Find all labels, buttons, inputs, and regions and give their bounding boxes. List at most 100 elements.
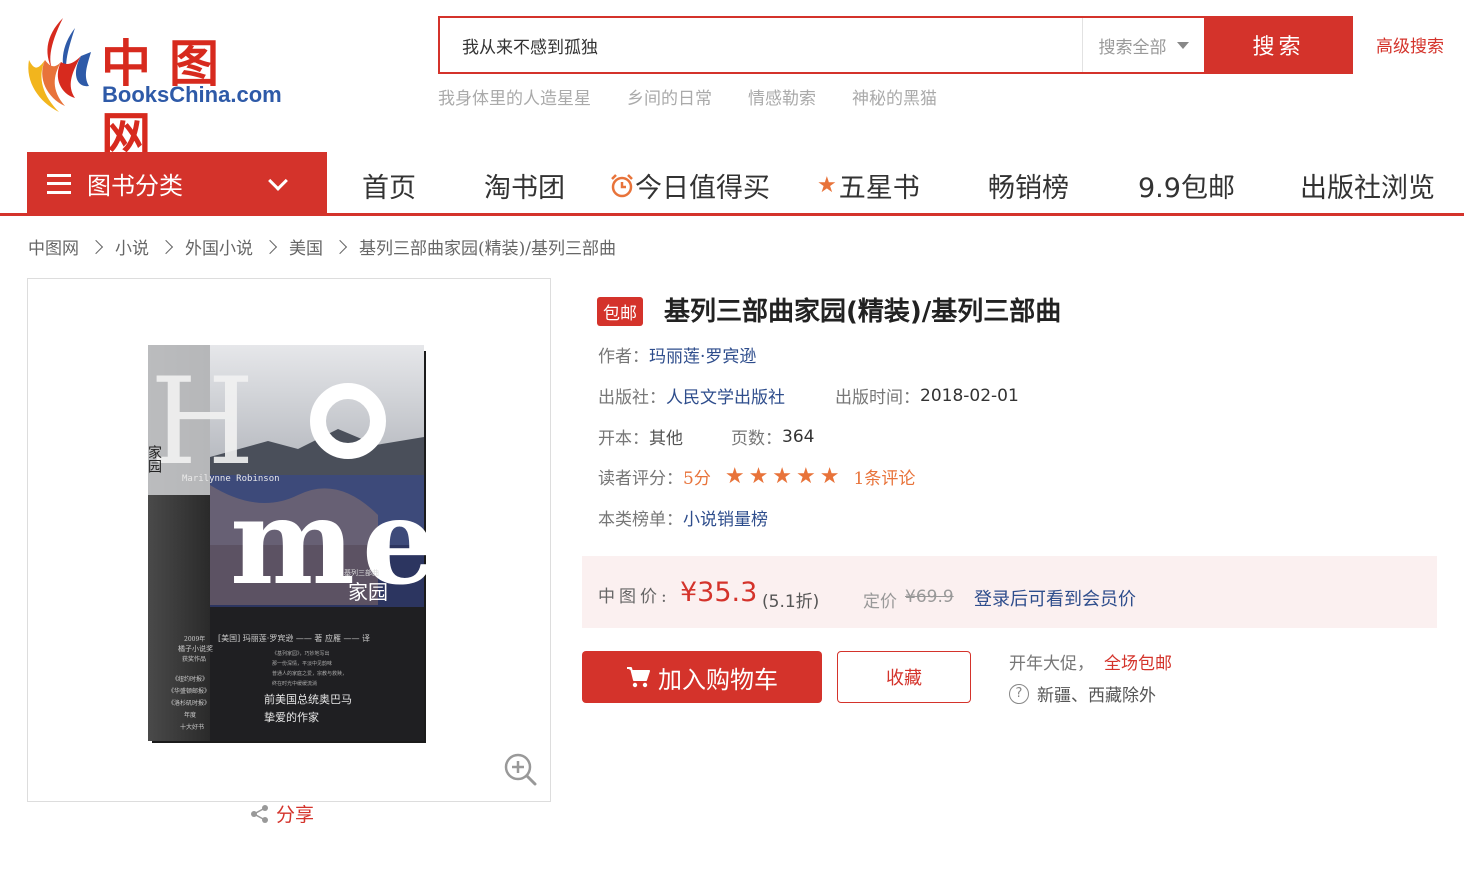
logo-english-text: BooksChina.com [102, 82, 282, 107]
nav-item-label: 9.9包邮 [1138, 173, 1235, 204]
nav-item-five-star-books[interactable]: ★ 五星书 [817, 166, 920, 205]
hamburger-menu-icon [47, 173, 71, 194]
pages-value: 364 [782, 426, 815, 447]
hot-word-link[interactable]: 神秘的黑猫 [852, 84, 937, 109]
favorite-button[interactable]: 收藏 [837, 651, 971, 703]
author-link[interactable]: 玛丽莲·罗宾逊 [649, 342, 756, 367]
format-value: 其他 [649, 429, 683, 449]
breadcrumb: 中图网 小说 外国小说 美国 基列三部曲家园(精装)/基列三部曲 [28, 234, 616, 259]
cover-translator-line: [美国] 玛丽莲·罗宾逊 —— 著 应雁 —— 译 [218, 633, 370, 643]
pubdate-value: 2018-02-01 [920, 385, 1019, 406]
price-label: 中图价: [598, 587, 671, 607]
cover-media-line: 《洛杉矶时报》 [168, 699, 210, 707]
cover-quote-line: 挚爱的作家 [264, 710, 319, 724]
rank-link[interactable]: 小说销量榜 [683, 505, 768, 530]
site-logo[interactable]: 中图网 BooksChina.com [25, 16, 295, 165]
hot-word-link[interactable]: 乡间的日常 [627, 84, 712, 109]
pubdate-label: 出版时间： [835, 388, 920, 408]
add-to-cart-label: 加入购物车 [658, 665, 778, 694]
cover-author-en: Marilynne Robinson [182, 474, 280, 484]
hot-word-link[interactable]: 我身体里的人造星星 [438, 84, 591, 109]
hot-word-link[interactable]: 情感勒索 [748, 84, 816, 109]
search-scope-dropdown[interactable]: 搜索全部 [1082, 18, 1204, 72]
zoom-in-icon[interactable] [503, 752, 537, 786]
nav-item-book-group[interactable]: 淘书团 [484, 166, 565, 205]
rating-stars: ★ ★ ★ ★ ★ [725, 464, 840, 489]
chevron-right-icon [332, 239, 348, 254]
publisher-label: 出版社： [598, 388, 666, 408]
chevron-right-icon [262, 239, 278, 254]
search-button[interactable]: 搜索 [1204, 16, 1353, 74]
advanced-search-link[interactable]: 高级搜索 [1376, 32, 1444, 57]
cover-award-line: 获奖作品 [182, 655, 206, 663]
star-icon: ★ [748, 464, 769, 489]
share-button[interactable]: 分享 [250, 800, 314, 827]
publisher-link[interactable]: 人民文学出版社 [666, 383, 785, 408]
rank-row: 本类榜单： 小说销量榜 [598, 505, 768, 530]
format-label: 开本： [598, 429, 649, 449]
promo-highlight: 全场包邮 [1104, 654, 1172, 674]
cover-blurb-line: 《基列家园》，巧妙地写出 [272, 650, 330, 657]
breadcrumb-link[interactable]: 中图网 [28, 234, 79, 259]
question-mark-icon[interactable]: ? [1009, 683, 1029, 704]
nav-item-bestsellers[interactable]: 畅销榜 [988, 166, 1069, 205]
nav-item-free-shipping[interactable]: 9.9包邮 [1138, 166, 1235, 205]
cover-title-cn: 家园 [348, 580, 388, 604]
promo-text: 开年大促， [1009, 654, 1094, 674]
nav-item-daily-deals[interactable]: 今日值得买 [609, 166, 770, 205]
search-scope-label: 搜索全部 [1098, 37, 1167, 58]
shipping-note: 新疆、西藏除外 [1037, 686, 1156, 706]
star-icon: ★ [772, 464, 793, 489]
pages-label: 页数： [731, 429, 782, 449]
star-icon: ★ [817, 173, 837, 198]
sale-price: ¥35.3 [680, 577, 758, 608]
svg-text:m: m [230, 472, 355, 611]
rating-label: 读者评分： [598, 469, 683, 489]
search-input[interactable] [440, 18, 1082, 72]
hot-search-words: 我身体里的人造星星 乡间的日常 情感勒索 神秘的黑猫 [438, 84, 937, 109]
reviews-link[interactable]: 1条评论 [854, 464, 916, 489]
product-image-frame[interactable]: H m e Marilynne Robinson 家园 基列三部曲 家园 [美国… [27, 278, 551, 802]
star-icon: ★ [819, 464, 840, 489]
author-label: 作者： [598, 347, 649, 367]
nav-item-home[interactable]: 首页 [362, 166, 416, 205]
add-to-cart-button[interactable]: 加入购物车 [582, 651, 822, 703]
author-row: 作者： 玛丽莲·罗宾逊 [598, 342, 756, 367]
cover-media-line: 年度 [184, 711, 196, 719]
cover-blurb-line: 普通人的家庭之爱，宗教与救赎， [272, 670, 347, 677]
cover-award-line: 橘子小说奖 [178, 644, 213, 653]
cover-spine-title: 家园 [148, 444, 162, 473]
alarm-clock-icon [611, 173, 633, 197]
format-row: 开本： 其他 页数： 364 [598, 424, 815, 450]
star-icon: ★ [724, 464, 745, 489]
rating-score: 5分 [683, 469, 711, 489]
promo-line: 开年大促， 全场包邮 [1009, 649, 1172, 674]
cover-blurb-line: 终在时光中缓缓流淌 [272, 680, 317, 687]
free-shipping-badge: 包邮 [597, 297, 643, 326]
rating-row: 读者评分： 5分 ★ ★ ★ ★ ★ 1条评论 [598, 464, 915, 489]
list-price: ¥69.9 [905, 587, 954, 607]
rank-label: 本类榜单： [598, 510, 683, 530]
chevron-right-icon [88, 239, 104, 254]
nav-item-label: 首页 [362, 173, 416, 204]
nav-item-label: 出版社浏览 [1300, 173, 1435, 204]
list-price-label: 定价 [863, 592, 897, 612]
cover-award-line: 2009年 [184, 635, 205, 643]
breadcrumb-link[interactable]: 美国 [289, 234, 323, 259]
flame-logo-icon [28, 18, 91, 112]
search-bar: 搜索全部 [438, 16, 1204, 74]
breadcrumb-link[interactable]: 外国小说 [185, 234, 253, 259]
star-icon: ★ [796, 464, 816, 489]
member-price-link[interactable]: 登录后可看到会员价 [974, 585, 1136, 611]
chevron-down-icon [268, 171, 288, 191]
share-icon [251, 804, 268, 823]
discount-rate: (5.1折) [762, 592, 820, 612]
nav-item-label: 五星书 [838, 173, 920, 204]
product-title: 基列三部曲家园(精装)/基列三部曲 [664, 297, 1062, 327]
caret-down-icon [1176, 41, 1189, 49]
category-menu-label: 图书分类 [87, 172, 183, 200]
breadcrumb-link[interactable]: 小说 [115, 234, 149, 259]
category-menu-button[interactable]: 图书分类 [27, 152, 327, 215]
nav-item-publishers[interactable]: 出版社浏览 [1300, 166, 1435, 205]
chevron-right-icon [158, 239, 174, 254]
